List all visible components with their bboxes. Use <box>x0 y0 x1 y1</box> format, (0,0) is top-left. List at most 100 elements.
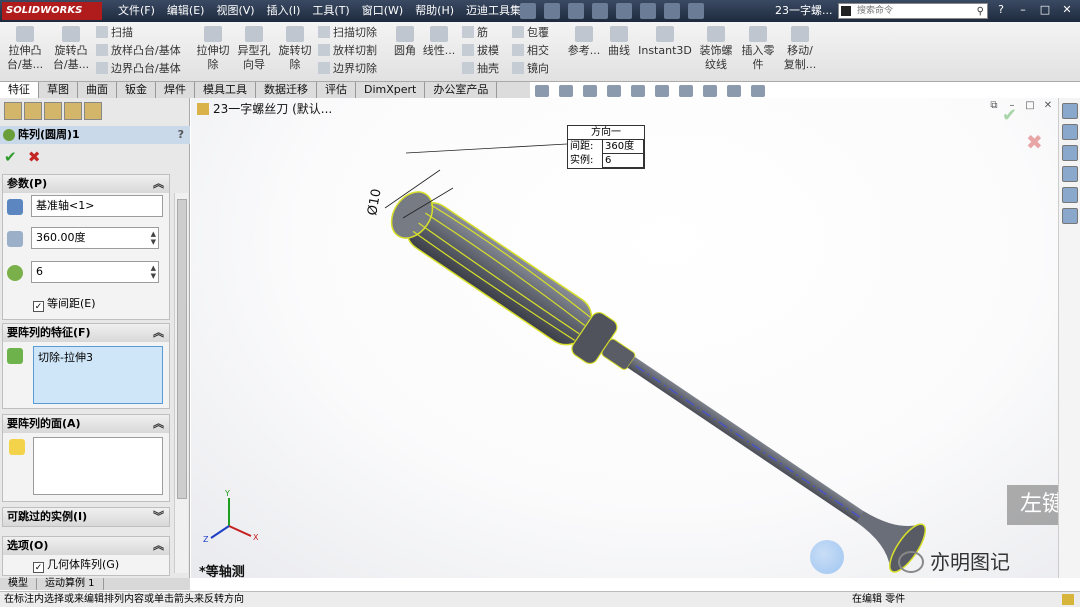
panel-scrollbar[interactable] <box>174 193 188 573</box>
geometry-pattern-checkbox[interactable]: ✓ 几何体阵列(G) <box>33 558 119 573</box>
section-header[interactable]: 要阵列的面(A) ︽ <box>3 415 169 433</box>
open-icon[interactable] <box>544 3 560 19</box>
revolve-boss-button[interactable]: 旋转凸 台/基... <box>50 24 92 72</box>
save-icon[interactable] <box>568 3 584 19</box>
tab-model[interactable]: 模型 <box>0 578 37 590</box>
section-header[interactable]: 选项(O) ︽ <box>3 537 169 555</box>
scrollbar-thumb[interactable] <box>177 199 187 499</box>
ok-button[interactable]: ✔ <box>4 148 17 166</box>
resources-icon[interactable] <box>1061 103 1078 119</box>
list-item[interactable]: 切除-拉伸3 <box>38 351 93 364</box>
revolve-cut-button[interactable]: 旋转切 除 <box>276 24 314 72</box>
rib-button[interactable]: 筋 <box>462 24 488 42</box>
help-icon[interactable]: ? <box>992 2 1010 18</box>
axis-direction-icon[interactable] <box>7 199 23 215</box>
dimxpert-manager-tab-icon[interactable] <box>64 102 82 120</box>
diameter-dimension[interactable]: Ø10 <box>365 188 384 217</box>
appearances-icon[interactable] <box>1061 187 1078 203</box>
rebuild-icon[interactable] <box>1062 594 1074 605</box>
spin-arrows-icon[interactable]: ▲ ▼ <box>151 230 156 246</box>
insert-part-button[interactable]: 插入零 件 <box>738 24 778 72</box>
wrap-button[interactable]: 包覆 <box>512 24 549 42</box>
section-header[interactable]: 可跳过的实例(I) ︾ <box>3 508 169 526</box>
maximize-icon[interactable]: □ <box>1036 2 1054 18</box>
display-manager-tab-icon[interactable] <box>84 102 102 120</box>
pattern-axis-field[interactable]: 基准轴<1> <box>31 195 163 217</box>
tab-sheet-metal[interactable]: 钣金 <box>117 82 156 98</box>
tab-surfaces[interactable]: 曲面 <box>78 82 117 98</box>
cosmetic-thread-button[interactable]: 装饰螺 纹线 <box>696 24 736 72</box>
view-orientation-icon[interactable] <box>631 85 645 97</box>
hole-wizard-button[interactable]: 异型孔 向导 <box>234 24 274 72</box>
tab-office-products[interactable]: 办公室产品 <box>425 82 498 98</box>
menu-help[interactable]: 帮助(H) <box>409 0 460 22</box>
instances-field[interactable]: 6 ▲ ▼ <box>31 261 159 283</box>
instant3d-button[interactable]: Instant3D <box>638 24 692 58</box>
tab-weldments[interactable]: 焊件 <box>156 82 195 98</box>
boundary-cut-button[interactable]: 边界切除 <box>318 60 377 78</box>
tab-features[interactable]: 特征 <box>0 82 39 98</box>
section-header[interactable]: 要阵列的特征(F) ︽ <box>3 324 169 342</box>
section-header[interactable]: 参数(P) ︽ <box>3 175 169 193</box>
tab-dimxpert[interactable]: DimXpert <box>356 82 426 98</box>
collapse-chevron-icon[interactable]: ︽ <box>153 537 164 555</box>
menu-edit[interactable]: 编辑(E) <box>161 0 211 22</box>
undo-icon[interactable] <box>616 3 632 19</box>
menu-insert[interactable]: 插入(I) <box>261 0 307 22</box>
fillet-button[interactable]: 圆角 <box>390 24 420 58</box>
design-library-icon[interactable] <box>1061 124 1078 140</box>
menu-maidi-tools[interactable]: 迈迪工具集 <box>460 0 527 22</box>
tab-motion-study[interactable]: 运动算例 1 <box>37 578 104 590</box>
cancel-button[interactable]: ✖ <box>28 148 41 166</box>
menu-window[interactable]: 窗口(W) <box>356 0 409 22</box>
shell-button[interactable]: 抽壳 <box>462 60 499 78</box>
extrude-boss-button[interactable]: 拉伸凸 台/基... <box>4 24 46 72</box>
display-style-icon[interactable] <box>655 85 669 97</box>
graphics-area[interactable]: 23一字螺丝刀 (默认... ⧉ – □ ✕ ✔ ✖ Ø10 Y X Z 方向一… <box>191 98 1058 578</box>
angle-field[interactable]: 360.00度 ▲ ▼ <box>31 227 159 249</box>
pattern-callout[interactable]: 方向一 间距: 360度 实例: 6 <box>567 125 645 169</box>
linear-pattern-button[interactable]: 线性... <box>422 24 456 58</box>
zoom-fit-icon[interactable] <box>535 85 549 97</box>
file-explorer-icon[interactable] <box>1061 145 1078 161</box>
search-icon[interactable]: ⚲ <box>977 5 984 19</box>
zoom-area-icon[interactable] <box>559 85 573 97</box>
tab-sketch[interactable]: 草图 <box>39 82 78 98</box>
close-icon[interactable]: ✕ <box>1058 2 1076 18</box>
hide-show-icon[interactable] <box>679 85 693 97</box>
collapse-chevron-icon[interactable]: ︽ <box>153 175 164 193</box>
spacing-value[interactable]: 360度 <box>602 140 644 154</box>
edit-appearance-icon[interactable] <box>703 85 717 97</box>
loft-boss-button[interactable]: 放样凸台/基体 <box>96 42 181 60</box>
features-list[interactable]: 切除-拉伸3 <box>33 346 163 404</box>
extrude-cut-button[interactable]: 拉伸切 除 <box>194 24 232 72</box>
view-palette-icon[interactable] <box>1061 166 1078 182</box>
custom-properties-icon[interactable] <box>1061 208 1078 224</box>
section-view-icon[interactable] <box>607 85 621 97</box>
reference-geometry-button[interactable]: 参考... <box>566 24 602 58</box>
previous-view-icon[interactable] <box>583 85 597 97</box>
select-icon[interactable] <box>640 3 656 19</box>
print-icon[interactable] <box>592 3 608 19</box>
expand-chevron-icon[interactable]: ︾ <box>153 508 164 526</box>
options-icon[interactable] <box>688 3 704 19</box>
swept-cut-button[interactable]: 扫描切除 <box>318 24 377 42</box>
sweep-button[interactable]: 扫描 <box>96 24 133 42</box>
intersect-button[interactable]: 相交 <box>512 42 549 60</box>
instances-value[interactable]: 6 <box>602 154 644 168</box>
boundary-boss-button[interactable]: 边界凸台/基体 <box>96 60 181 78</box>
lofted-cut-button[interactable]: 放样切割 <box>318 42 377 60</box>
tab-mold-tools[interactable]: 模具工具 <box>195 82 256 98</box>
minimize-icon[interactable]: – <box>1014 2 1032 18</box>
property-manager-tab-icon[interactable] <box>24 102 42 120</box>
faces-list[interactable] <box>33 437 163 495</box>
equal-spacing-checkbox[interactable]: ✓ 等间距(E) <box>33 297 96 312</box>
help-button[interactable]: ? <box>178 126 184 144</box>
draft-button[interactable]: 拔模 <box>462 42 499 60</box>
rebuild-icon[interactable] <box>664 3 680 19</box>
menu-file[interactable]: 文件(F) <box>112 0 161 22</box>
menu-tools[interactable]: 工具(T) <box>306 0 355 22</box>
feature-manager-tab-icon[interactable] <box>4 102 22 120</box>
spin-arrows-icon[interactable]: ▲ ▼ <box>151 264 156 280</box>
view-settings-icon[interactable] <box>751 85 765 97</box>
